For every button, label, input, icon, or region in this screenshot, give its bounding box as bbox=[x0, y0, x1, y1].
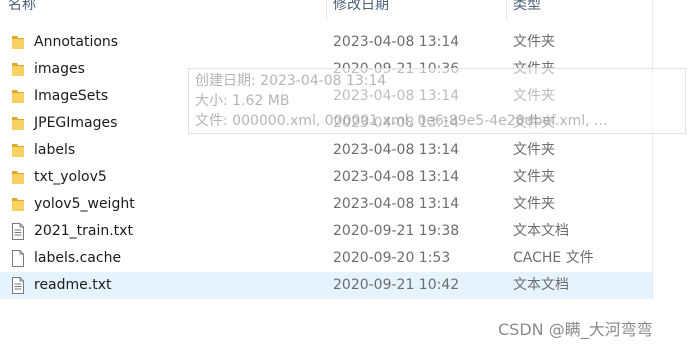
column-divider bbox=[652, 0, 653, 300]
file-row[interactable]: Annotations 2023-04-08 13:14 文件夹 bbox=[0, 29, 652, 56]
tooltip-size: 大小: 1.62 MB bbox=[195, 93, 290, 109]
file-row[interactable]: labels 2023-04-08 13:14 文件夹 bbox=[0, 137, 652, 164]
file-icon bbox=[11, 250, 25, 267]
file-type: 文件夹 bbox=[513, 169, 555, 185]
file-name: JPEGImages bbox=[34, 115, 118, 131]
column-divider[interactable] bbox=[326, 0, 327, 20]
file-date-modified: 2023-04-08 13:14 bbox=[333, 142, 460, 158]
text-file-icon bbox=[11, 277, 25, 294]
file-type: 文件夹 bbox=[513, 142, 555, 158]
file-name: readme.txt bbox=[34, 277, 112, 293]
type-column-header[interactable]: 类型 bbox=[513, 0, 541, 14]
file-name: ImageSets bbox=[34, 88, 109, 104]
date-column-header[interactable]: 修改日期 bbox=[333, 0, 389, 14]
folder-icon bbox=[11, 196, 25, 213]
file-type: 文件夹 bbox=[513, 196, 555, 212]
folder-icon bbox=[11, 88, 25, 105]
column-header: 名称 修改日期 类型 bbox=[0, 0, 655, 20]
file-type: 文本文档 bbox=[513, 277, 569, 293]
text-file-icon bbox=[11, 223, 25, 240]
folder-icon bbox=[11, 61, 25, 78]
name-column-header[interactable]: 名称 bbox=[8, 0, 36, 14]
file-name: yolov5_weight bbox=[34, 196, 135, 212]
folder-icon bbox=[11, 115, 25, 132]
file-name: labels.cache bbox=[34, 250, 122, 266]
file-date-modified: 2020-09-21 19:38 bbox=[333, 223, 460, 239]
tooltip-files: 文件: 000000.xml, 000001.xml, 0e6-89e5-4e2… bbox=[195, 113, 608, 129]
file-date-modified: 2020-09-21 10:42 bbox=[333, 277, 460, 293]
file-row[interactable]: labels.cache 2020-09-20 1:53 CACHE 文件 bbox=[0, 245, 652, 272]
file-date-modified: 2020-09-20 1:53 bbox=[333, 250, 451, 266]
file-name: txt_yolov5 bbox=[34, 169, 107, 185]
folder-icon bbox=[11, 142, 25, 159]
file-date-modified: 2023-04-08 13:14 bbox=[333, 196, 460, 212]
file-name: Annotations bbox=[34, 34, 119, 50]
file-row[interactable]: 2021_train.txt 2020-09-21 19:38 文本文档 bbox=[0, 218, 652, 245]
file-row[interactable]: txt_yolov5 2023-04-08 13:14 文件夹 bbox=[0, 164, 652, 191]
file-name: images bbox=[34, 61, 85, 77]
folder-icon bbox=[11, 34, 25, 51]
watermark: CSDN @瞒_大河弯弯 bbox=[498, 320, 653, 339]
file-name: labels bbox=[34, 142, 76, 158]
file-date-modified: 2023-04-08 13:14 bbox=[333, 34, 460, 50]
file-type: CACHE 文件 bbox=[513, 250, 594, 266]
file-row[interactable]: yolov5_weight 2023-04-08 13:14 文件夹 bbox=[0, 191, 652, 218]
tooltip-created: 创建日期: 2023-04-08 13:14 bbox=[195, 73, 387, 89]
file-type: 文件夹 bbox=[513, 34, 555, 50]
file-type: 文本文档 bbox=[513, 223, 569, 239]
file-row[interactable]: readme.txt 2020-09-21 10:42 文本文档 bbox=[0, 272, 652, 299]
folder-tooltip: 创建日期: 2023-04-08 13:14 大小: 1.62 MB 文件: 0… bbox=[188, 68, 686, 134]
file-name: 2021_train.txt bbox=[34, 223, 133, 239]
folder-icon bbox=[11, 169, 25, 186]
file-date-modified: 2023-04-08 13:14 bbox=[333, 169, 460, 185]
column-divider[interactable] bbox=[506, 0, 507, 20]
